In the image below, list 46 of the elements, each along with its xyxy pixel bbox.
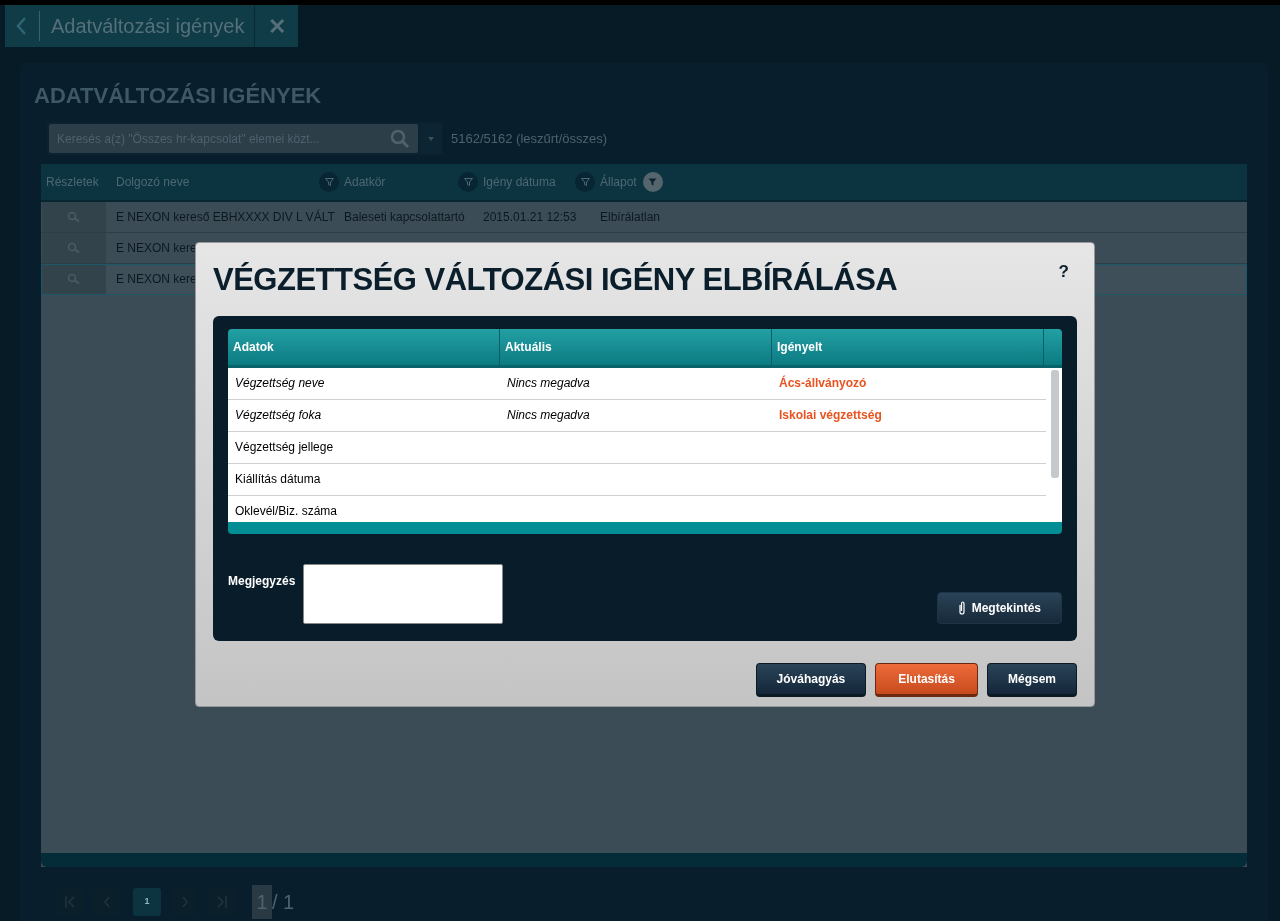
note-field[interactable]	[303, 563, 504, 624]
column-header[interactable]: Részletek	[46, 173, 99, 191]
view-button[interactable]: Megtekintés	[936, 591, 1062, 624]
details-button[interactable]	[42, 233, 106, 263]
column-header: Igényelt	[777, 338, 823, 356]
filter-icon[interactable]	[458, 172, 478, 192]
note-label: Megjegyzés	[228, 572, 296, 590]
page-button[interactable]: 1	[133, 888, 161, 916]
search-icon	[67, 242, 81, 254]
caret-icon	[428, 136, 434, 141]
column-header: Aktuális	[505, 338, 552, 356]
table-cell-text: Ács-állványozó	[778, 374, 868, 392]
page-total: / 1	[272, 890, 295, 915]
table-cell-text: Oklevél/Biz. száma	[234, 503, 339, 520]
table-cell-text: Végzettség neve	[234, 375, 326, 392]
dialog-title: VÉGZETTSÉG VÁLTOZÁSI IGÉNY ELBÍRÁLÁSA	[213, 261, 898, 299]
dialog-button[interactable]: Elutasítás	[875, 662, 978, 697]
table-cell-text: Végzettség jellege	[234, 439, 335, 456]
filter-icon[interactable]	[575, 172, 595, 192]
column-header[interactable]: Állapot	[600, 173, 637, 191]
record-count: 5162/5162 (leszűrt/összes)	[451, 129, 608, 148]
details-button[interactable]	[42, 264, 106, 294]
tab-title: Adatváltozási igények	[51, 14, 245, 39]
filter-icon[interactable]	[642, 172, 663, 192]
page-title: ADATVÁLTOZÁSI IGÉNYEK	[34, 82, 323, 110]
table-cell-text: Kiállítás dátuma	[234, 471, 322, 488]
close-button[interactable]: ✕	[254, 5, 298, 47]
search-icon	[390, 128, 410, 149]
table-cell-text: Iskolai végzettség	[778, 407, 883, 424]
column-header[interactable]: Dolgozó neve	[116, 173, 190, 191]
search-icon	[67, 273, 81, 285]
table-cell-text: Végzettség foka	[234, 407, 323, 424]
dialog-button[interactable]: Mégsem	[986, 662, 1077, 697]
table-cell-text: Nincs megadva	[506, 407, 591, 424]
search-icon	[67, 211, 81, 223]
scrollbar[interactable]	[1051, 369, 1059, 478]
table-cell-text: Nincs megadva	[506, 375, 591, 392]
help-button[interactable]: ?	[1058, 259, 1069, 285]
paperclip-icon	[957, 600, 966, 615]
details-button[interactable]	[42, 202, 106, 232]
back-icon[interactable]	[15, 16, 27, 36]
dialog-button[interactable]: Jóváhagyás	[755, 662, 867, 697]
filter-icon[interactable]	[319, 172, 339, 192]
column-header[interactable]: Igény dátuma	[483, 173, 556, 191]
column-header[interactable]: Adatkör	[344, 173, 386, 191]
column-header: Adatok	[233, 338, 274, 356]
